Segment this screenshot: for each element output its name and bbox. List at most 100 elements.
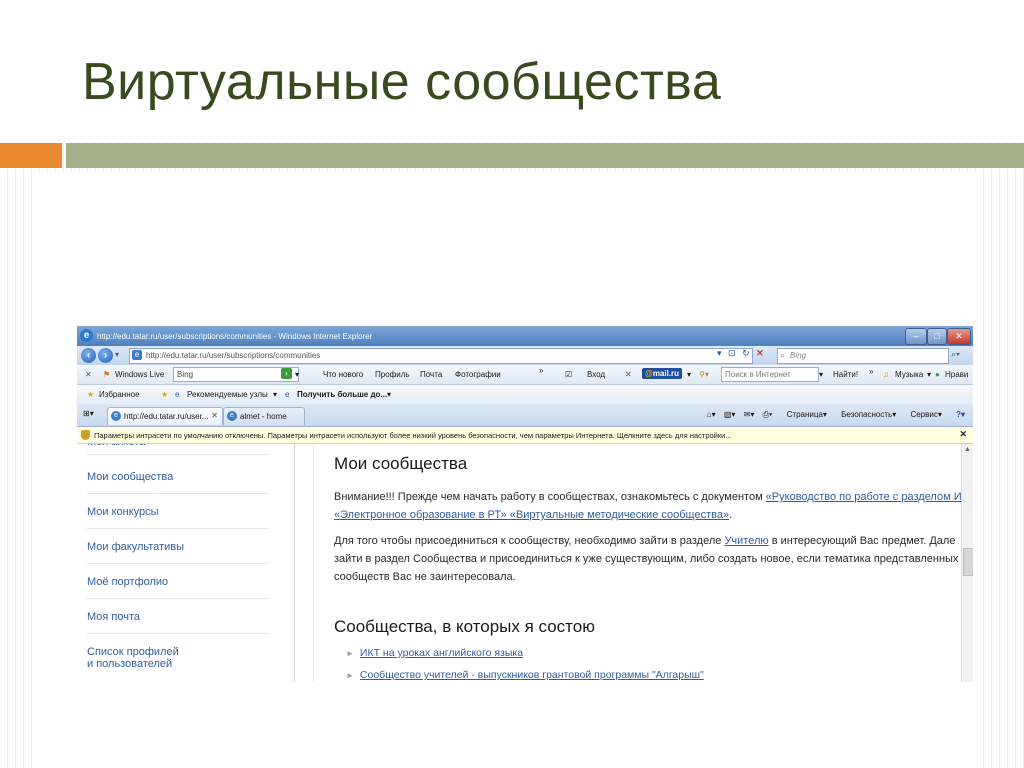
mail-toolbar-close-button[interactable]: ✕ — [625, 370, 632, 379]
mail-search-placeholder: Поиск в Интернет — [725, 370, 791, 379]
forward-button[interactable]: › — [98, 348, 113, 363]
command-bar: ⌂▾ ▧▾ ✉▾ ⎙▾ Страница▾ Безопасность▾ Серв… — [701, 410, 965, 420]
mail-search-dropdown-icon[interactable]: ▾ — [819, 370, 823, 379]
live-link-profile[interactable]: Профиль — [375, 370, 410, 379]
favorites-button[interactable]: Избранное — [99, 390, 140, 399]
mail-find-button[interactable]: Найти! — [833, 370, 858, 379]
address-input[interactable]: e http://edu.tatar.ru/user/subscriptions… — [129, 348, 753, 364]
live-link-photos[interactable]: Фотографии — [455, 370, 501, 379]
live-link-mail[interactable]: Почта — [420, 370, 442, 379]
tab-communities[interactable]: e http://edu.tatar.ru/user... ✕ — [107, 407, 223, 425]
accent-bar-orange — [0, 143, 62, 168]
my-communities-heading: Сообщества, в которых я состою — [334, 617, 595, 636]
suggested-sites-link[interactable]: Рекомендуемые узлы — [187, 390, 268, 399]
sidebar-item-users-list[interactable]: Список профилей и пользователей — [87, 646, 269, 670]
join-text-line3: сообществ Вас не заинтересовала. — [334, 571, 516, 583]
information-bar-text[interactable]: Параметры интрасети по умолчанию отключе… — [94, 431, 732, 440]
tools-menu[interactable]: Сервис▾ — [904, 410, 941, 419]
stop-icon[interactable]: ✕ — [756, 348, 764, 358]
windows-live-brand[interactable]: Windows Live — [115, 370, 164, 379]
suggested-sites-icon: e — [175, 390, 180, 399]
mail-dropdown-icon[interactable]: ▾ — [687, 370, 691, 379]
live-login-link[interactable]: Вход — [587, 370, 605, 379]
sidebar: Моя анкета Мои сообщества Мои конкурсы М… — [77, 444, 295, 682]
join-paragraph: Для того чтобы присоединиться к сообщест… — [334, 532, 958, 586]
help-menu[interactable]: ?▾ — [950, 410, 965, 419]
search-go-icon[interactable]: ⌕▾ — [951, 349, 960, 360]
quick-tabs-icon[interactable]: ⊞▾ — [83, 409, 94, 418]
sidebar-item-mail[interactable]: Моя почта — [87, 611, 269, 634]
music-link[interactable]: Музыка — [895, 370, 923, 379]
guide-link-line2[interactable]: «Электронное образование в РТ» «Виртуаль… — [334, 509, 729, 521]
mail-ru-logo[interactable]: @mail.ru — [642, 368, 683, 379]
sidebar-item-users-line2: и пользователей — [87, 658, 173, 670]
print-icon[interactable]: ⎙▾ — [763, 410, 773, 419]
favorites-star-icon: ★ — [87, 390, 95, 399]
refresh-icon[interactable]: ↻ — [742, 348, 750, 358]
notice-end: . — [729, 509, 733, 521]
sidebar-item-electives[interactable]: Мои факультативы — [87, 541, 269, 564]
home-icon[interactable]: ⌂▾ — [707, 410, 716, 419]
mail-icon[interactable]: ✉▾ — [744, 410, 755, 419]
get-more-addons-link[interactable]: Получить больше до... — [297, 390, 387, 399]
live-toolbar: ✕ ⚑ Windows Live Bing › ▾ Что нового Про… — [77, 365, 973, 385]
recent-pages-dropdown-icon[interactable]: ▾ — [115, 350, 119, 359]
live-toolbar-close-button[interactable]: ✕ — [85, 370, 92, 379]
dropdown-icon[interactable]: ▾ — [717, 348, 722, 358]
scrollbar-thumb[interactable] — [963, 548, 973, 576]
sidebar-item-communities[interactable]: Мои сообщества — [87, 471, 269, 494]
live-search-go-button[interactable]: › — [281, 368, 292, 379]
list-item: ► Сообщество учителей - выпускников грант… — [346, 669, 704, 681]
address-bar-row: ‹ › ▾ e http://edu.tatar.ru/user/subscri… — [77, 346, 973, 365]
notice-text: Внимание!!! Прежде чем начать работу в с… — [334, 491, 766, 503]
vertical-scrollbar[interactable]: ▲ — [961, 444, 973, 682]
information-bar[interactable]: Параметры интрасети по умолчанию отключе… — [77, 427, 973, 444]
tools-menu-label: Сервис — [910, 410, 938, 419]
close-button[interactable]: ✕ — [947, 328, 971, 345]
accent-bar-green — [66, 143, 1024, 168]
tab-page-icon: e — [111, 411, 121, 421]
bullet-icon: ► — [346, 649, 354, 658]
mail-logo-text: mail — [652, 369, 669, 378]
safety-menu[interactable]: Безопасность▾ — [835, 410, 896, 419]
get-more-dropdown-icon[interactable]: ▾ — [387, 390, 391, 399]
live-search-dropdown-icon[interactable]: ▾ — [295, 370, 299, 379]
search-input[interactable]: ⌕ Bing — [777, 348, 949, 364]
checkbox-icon: ☑ — [565, 370, 573, 379]
sidebar-item-portfolio[interactable]: Моё портфолио — [87, 576, 269, 599]
live-more-chevron[interactable]: » — [539, 366, 543, 375]
mail-search-input[interactable]: Поиск в Интернет — [721, 367, 819, 382]
mail-logo-at: @ — [645, 369, 653, 378]
back-button[interactable]: ‹ — [81, 348, 96, 363]
address-actions: ▾ ⊡ ↻ ✕ — [717, 348, 768, 359]
tab-almet-home[interactable]: e almet - home — [223, 407, 305, 425]
sidebar-item-profile[interactable]: Моя анкета — [87, 444, 269, 455]
live-link-news[interactable]: Что нового — [323, 370, 363, 379]
guide-link-line1[interactable]: «Руководство по работе с разделом И — [766, 491, 962, 503]
feeds-icon[interactable]: ▧▾ — [724, 410, 736, 419]
music-dropdown-icon[interactable]: ▾ — [927, 370, 931, 379]
scroll-up-icon[interactable]: ▲ — [964, 446, 971, 453]
maximize-button[interactable]: □ — [927, 328, 947, 345]
community-link-algarysh[interactable]: Сообщество учителей - выпускников гранто… — [360, 669, 704, 681]
like-link[interactable]: Нрави — [945, 370, 968, 379]
minimize-button[interactable]: – — [905, 328, 927, 345]
tab-close-icon[interactable]: ✕ — [211, 411, 218, 420]
information-bar-close-button[interactable]: ✕ — [959, 429, 967, 440]
suggested-sites-dropdown-icon[interactable]: ▾ — [273, 390, 277, 399]
sidebar-item-users-line1: Список профилей — [87, 646, 179, 658]
like-icon: ● — [935, 370, 940, 379]
mail-more-chevron[interactable]: » — [869, 367, 873, 376]
tab-label: almet - home — [240, 412, 287, 421]
page-icon: e — [132, 350, 142, 360]
mail-logo-domain: .ru — [668, 369, 680, 378]
safety-menu-label: Безопасность — [841, 410, 893, 419]
compat-view-icon[interactable]: ⊡ — [728, 348, 736, 358]
get-more-icon: e — [285, 390, 290, 399]
sidebar-item-contests[interactable]: Мои конкурсы — [87, 506, 269, 529]
teacher-link[interactable]: Учителю — [724, 535, 768, 547]
browser-window: e http://edu.tatar.ru/user/subscriptions… — [77, 326, 973, 682]
add-favorite-icon[interactable]: ★ — [161, 390, 168, 399]
community-link-ict[interactable]: ИКТ на уроках английского языка — [360, 647, 523, 659]
page-menu[interactable]: Страница▾ — [781, 410, 827, 419]
